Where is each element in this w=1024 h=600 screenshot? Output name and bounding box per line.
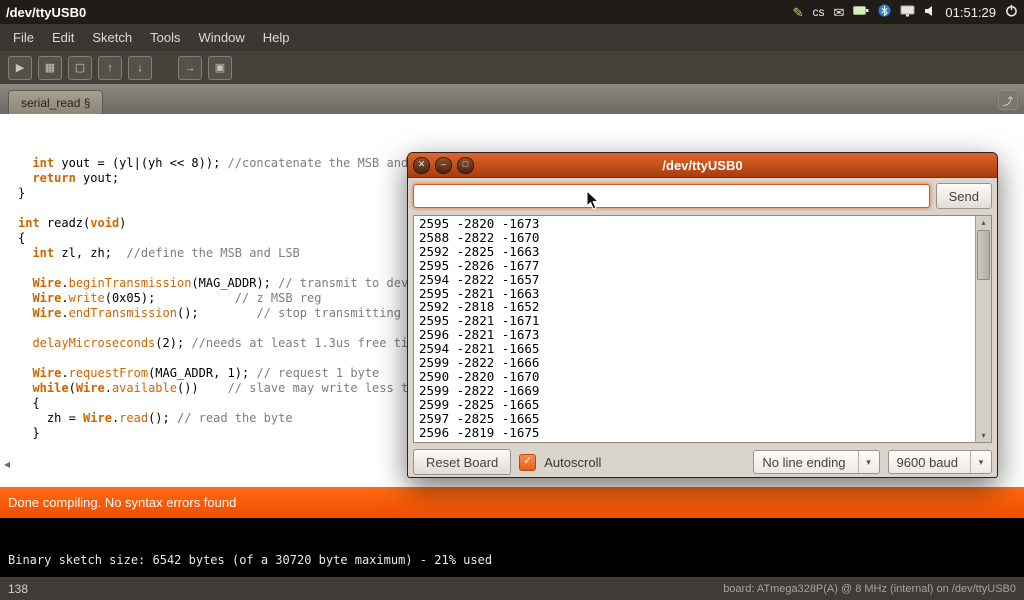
reset-board-button[interactable]: Reset Board: [413, 449, 511, 475]
menu-item-help[interactable]: Help: [254, 26, 299, 49]
baud-rate-value: 9600 baud: [889, 451, 970, 473]
session-menu-icon[interactable]: [1005, 4, 1018, 20]
keyboard-layout-indicator[interactable]: cs: [812, 5, 824, 19]
scrollbar-thumb[interactable]: [977, 230, 990, 280]
compile-status-bar: Done compiling. No syntax errors found: [0, 487, 1024, 518]
serial-output-panel: 2595 -2820 -16732588 -2822 -16702592 -28…: [413, 215, 992, 443]
menu-item-window[interactable]: Window: [189, 26, 253, 49]
serial-monitor-title: /dev/ttyUSB0: [408, 158, 997, 173]
serial-line: 2594 -2821 -1665: [419, 342, 971, 356]
tab-menu-icon: ⤴: [1003, 93, 1013, 108]
serial-line: 2595 -2821 -1663: [419, 287, 971, 301]
compile-status-message: Done compiling. No syntax errors found: [8, 495, 236, 510]
status-footer: 138 board: ATmega328P(A) @ 8 MHz (intern…: [0, 577, 1024, 600]
line-ending-value: No line ending: [754, 451, 857, 473]
clock[interactable]: 01:51:29: [945, 5, 996, 20]
serial-line: 2590 -2820 -1670: [419, 370, 971, 384]
menu-item-sketch[interactable]: Sketch: [83, 26, 141, 49]
tab-strip: serial_read § ⤴: [0, 84, 1024, 114]
menu-item-edit[interactable]: Edit: [43, 26, 83, 49]
verify-button[interactable]: ▶: [8, 56, 32, 80]
open-sketch-button[interactable]: ↑: [98, 56, 122, 80]
tab-label: serial_read §: [21, 96, 90, 110]
serial-monitor-icon: ▣: [215, 61, 225, 74]
serial-input[interactable]: [413, 184, 930, 208]
serial-line: 2596 -2821 -1673: [419, 328, 971, 342]
maximize-icon[interactable]: [457, 157, 474, 174]
build-console: Binary sketch size: 6542 bytes (of a 307…: [0, 518, 1024, 577]
serial-monitor-window: /dev/ttyUSB0 Send 2595 -2820 -16732588 -…: [407, 152, 998, 478]
upload-button[interactable]: →: [178, 56, 202, 80]
close-icon[interactable]: [413, 157, 430, 174]
scroll-up-icon[interactable]: [976, 216, 991, 229]
minimize-icon[interactable]: [435, 157, 452, 174]
menubar: FileEditSketchToolsWindowHelp: [0, 24, 1024, 51]
stop-icon: ▦: [45, 61, 55, 74]
serial-line: 2596 -2819 -1675: [419, 426, 971, 440]
bluetooth-icon[interactable]: [878, 4, 891, 20]
upload-icon: →: [185, 62, 196, 74]
mail-icon[interactable]: ✉: [833, 6, 844, 19]
chevron-down-icon[interactable]: [858, 451, 879, 473]
serial-line: 2595 -2826 -1677: [419, 259, 971, 273]
verify-icon: ▶: [16, 61, 24, 74]
stop-button[interactable]: ▦: [38, 56, 62, 80]
new-sketch-icon: ▢: [75, 61, 85, 74]
scroll-down-icon[interactable]: [976, 429, 991, 442]
board-info: board: ATmega328P(A) @ 8 MHz (internal) …: [723, 583, 1016, 595]
serial-line: 2588 -2822 -1670: [419, 231, 971, 245]
new-sketch-button[interactable]: ▢: [68, 56, 92, 80]
system-tray: ✎ cs ✉ 01:51:29: [793, 4, 1024, 20]
vertical-scrollbar[interactable]: [975, 216, 991, 442]
menu-item-file[interactable]: File: [4, 26, 43, 49]
serial-controls-bar: Reset Board Autoscroll No line ending 96…: [413, 449, 992, 475]
serial-line: 2595 -2821 -1671: [419, 314, 971, 328]
tab-serial-read[interactable]: serial_read §: [8, 90, 103, 114]
serial-line: 2595 -2820 -1673: [419, 217, 971, 231]
scroll-left-icon[interactable]: [4, 457, 10, 471]
send-button[interactable]: Send: [936, 183, 992, 209]
volume-icon[interactable]: [924, 5, 936, 20]
chevron-down-icon[interactable]: [970, 451, 991, 473]
battery-icon[interactable]: [853, 5, 869, 19]
baud-rate-dropdown[interactable]: 9600 baud: [888, 450, 992, 474]
tab-menu-button[interactable]: ⤴: [998, 90, 1018, 110]
serial-line: 2592 -2825 -1663: [419, 245, 971, 259]
network-icon[interactable]: [900, 5, 915, 20]
serial-monitor-titlebar[interactable]: /dev/ttyUSB0: [408, 153, 997, 178]
serial-monitor-button[interactable]: ▣: [208, 56, 232, 80]
serial-line: 2594 -2822 -1657: [419, 273, 971, 287]
serial-line: 2597 -2825 -1665: [419, 412, 971, 426]
menu-item-tools[interactable]: Tools: [141, 26, 189, 49]
send-row: Send: [413, 183, 992, 209]
serial-monitor-body: Send 2595 -2820 -16732588 -2822 -1670259…: [408, 178, 997, 480]
autoscroll-checkbox[interactable]: [519, 454, 536, 471]
serial-line: 2599 -2825 -1665: [419, 398, 971, 412]
autoscroll-label: Autoscroll: [544, 455, 601, 470]
serial-line: 2599 -2822 -1669: [419, 384, 971, 398]
save-sketch-icon: ↓: [137, 62, 143, 74]
serial-line: 2592 -2818 -1652: [419, 300, 971, 314]
build-console-message: Binary sketch size: 6542 bytes (of a 307…: [8, 553, 492, 567]
serial-output[interactable]: 2595 -2820 -16732588 -2822 -16702592 -28…: [414, 216, 976, 442]
serial-line: 2599 -2822 -1666: [419, 356, 971, 370]
window-title: /dev/ttyUSB0: [0, 5, 86, 20]
line-number-indicator: 138: [8, 582, 28, 596]
save-sketch-button[interactable]: ↓: [128, 56, 152, 80]
top-panel: /dev/ttyUSB0 ✎ cs ✉ 01:51:29: [0, 0, 1024, 24]
ide-toolbar: ▶ ▦ ▢ ↑ ↓ → ▣: [0, 51, 1024, 84]
line-ending-dropdown[interactable]: No line ending: [753, 450, 879, 474]
notes-icon[interactable]: ✎: [793, 6, 804, 19]
open-sketch-icon: ↑: [107, 62, 113, 74]
